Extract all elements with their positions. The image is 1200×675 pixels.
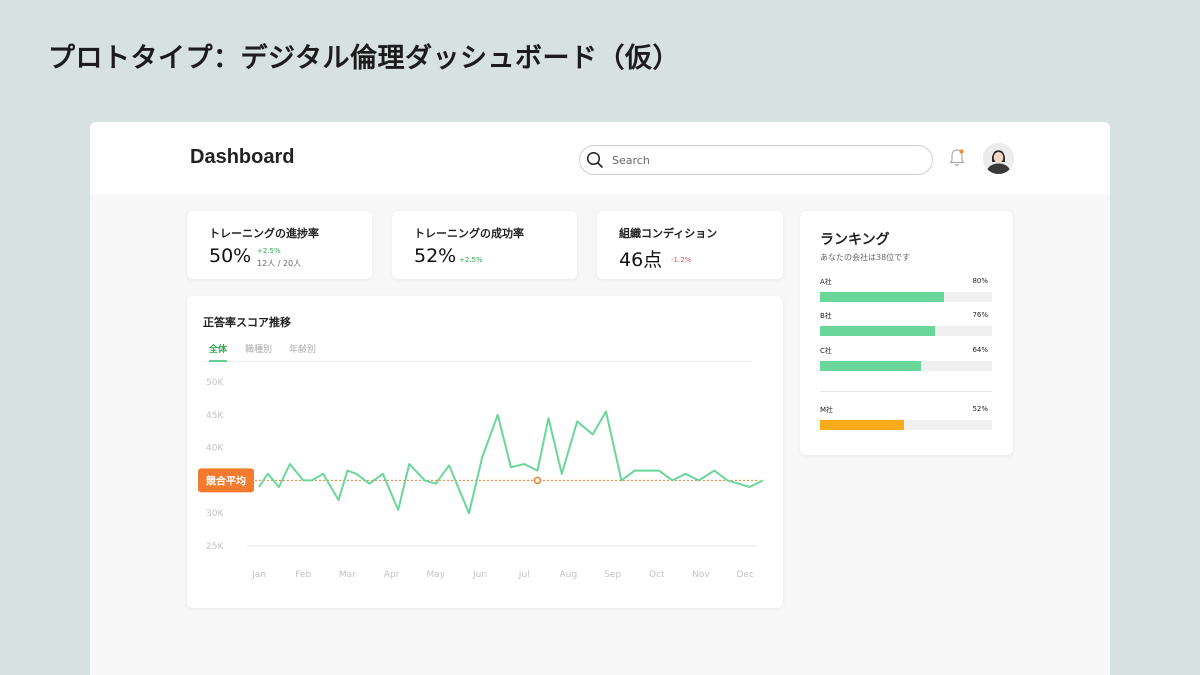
x-tick-label: Mar (339, 570, 356, 580)
x-tick-label: Apr (384, 570, 400, 580)
progress-track (820, 420, 992, 430)
x-tick-label: Dec (736, 570, 753, 580)
kpi-title: 組織コンディション (619, 227, 718, 240)
company-name: M社 (820, 406, 834, 414)
search-box[interactable] (579, 145, 933, 175)
ranking-title: ランキング (820, 232, 890, 248)
kpi-title: トレーニングの進捗率 (209, 227, 319, 240)
bell-icon[interactable] (948, 148, 966, 168)
y-tick-label: 25K (206, 542, 224, 552)
company-name: B社 (820, 312, 832, 320)
kpi-card-success: トレーニングの成功率 52% +2.5% (392, 211, 577, 279)
line-chart: 50K45K40K35K30K25KJanFebMarAprMayJunJulA… (198, 378, 764, 580)
progress-track (820, 292, 992, 302)
x-tick-label: May (426, 570, 445, 580)
kpi-value: 46点 (619, 249, 663, 271)
app-window: Dashboard Search トレーニングの進捗率 50% +2.5% 12… (90, 122, 1110, 675)
kpi-delta: +2.5% (257, 247, 281, 255)
kpi-title: トレーニングの成功率 (414, 227, 524, 240)
progress-fill (820, 326, 936, 336)
page-heading: プロトタイプ：デジタル倫理ダッシュボード（仮） (48, 43, 680, 74)
x-tick-label: Sep (604, 570, 621, 580)
score-trend-card: 正答率スコア推移 全体 職種別 年齢別 50K45K40K35K30K25KJa… (187, 296, 783, 608)
progress-fill (820, 420, 905, 430)
notification-dot (959, 149, 964, 154)
company-percent: 64% (972, 346, 988, 354)
progress-fill (820, 361, 922, 371)
ranking-card: ランキング あなたの会社は38位です A社 80% B社 76% C社 64% … (800, 211, 1013, 455)
x-tick-label: Jan (251, 570, 266, 580)
kpi-delta: -1.2% (671, 256, 692, 264)
company-percent: 80% (972, 277, 988, 285)
reference-label: 競合平均 (206, 474, 246, 487)
kpi-subtext: 12人 / 20人 (257, 259, 302, 268)
brand-title: Dashboard (190, 146, 295, 168)
kpi-card-condition: 組織コンディション 46点 -1.2% (597, 211, 783, 279)
series-line (258, 410, 764, 515)
progress-fill (820, 292, 944, 302)
x-tick-label: Jul (518, 570, 530, 580)
x-tick-label: Feb (295, 570, 311, 580)
y-tick-label: 45K (206, 411, 224, 421)
progress-track (820, 361, 992, 371)
y-tick-label: 50K (206, 378, 224, 388)
company-name: C社 (820, 347, 832, 355)
ranking-divider (820, 391, 992, 392)
search-input[interactable] (612, 150, 912, 170)
kpi-value: 50% (209, 245, 252, 267)
top-bar: Dashboard (90, 122, 1110, 194)
user-avatar[interactable] (983, 143, 1014, 174)
highlight-point (533, 476, 542, 485)
company-percent: 52% (972, 405, 988, 413)
kpi-value: 52% (414, 245, 457, 267)
x-tick-label: Nov (692, 570, 710, 580)
y-tick-label: 30K (206, 509, 224, 519)
x-tick-label: Aug (560, 570, 578, 580)
company-percent: 76% (972, 311, 988, 319)
kpi-card-progress: トレーニングの進捗率 50% +2.5% 12人 / 20人 (187, 211, 372, 279)
x-tick-label: Oct (649, 570, 665, 580)
progress-track (820, 326, 992, 336)
company-name: A社 (820, 278, 832, 286)
ranking-subtitle: あなたの会社は38位です (820, 253, 911, 262)
x-tick-label: Jun (472, 570, 487, 580)
y-tick-label: 40K (206, 444, 224, 454)
kpi-delta: +2.5% (459, 256, 483, 264)
search-icon (586, 151, 604, 169)
